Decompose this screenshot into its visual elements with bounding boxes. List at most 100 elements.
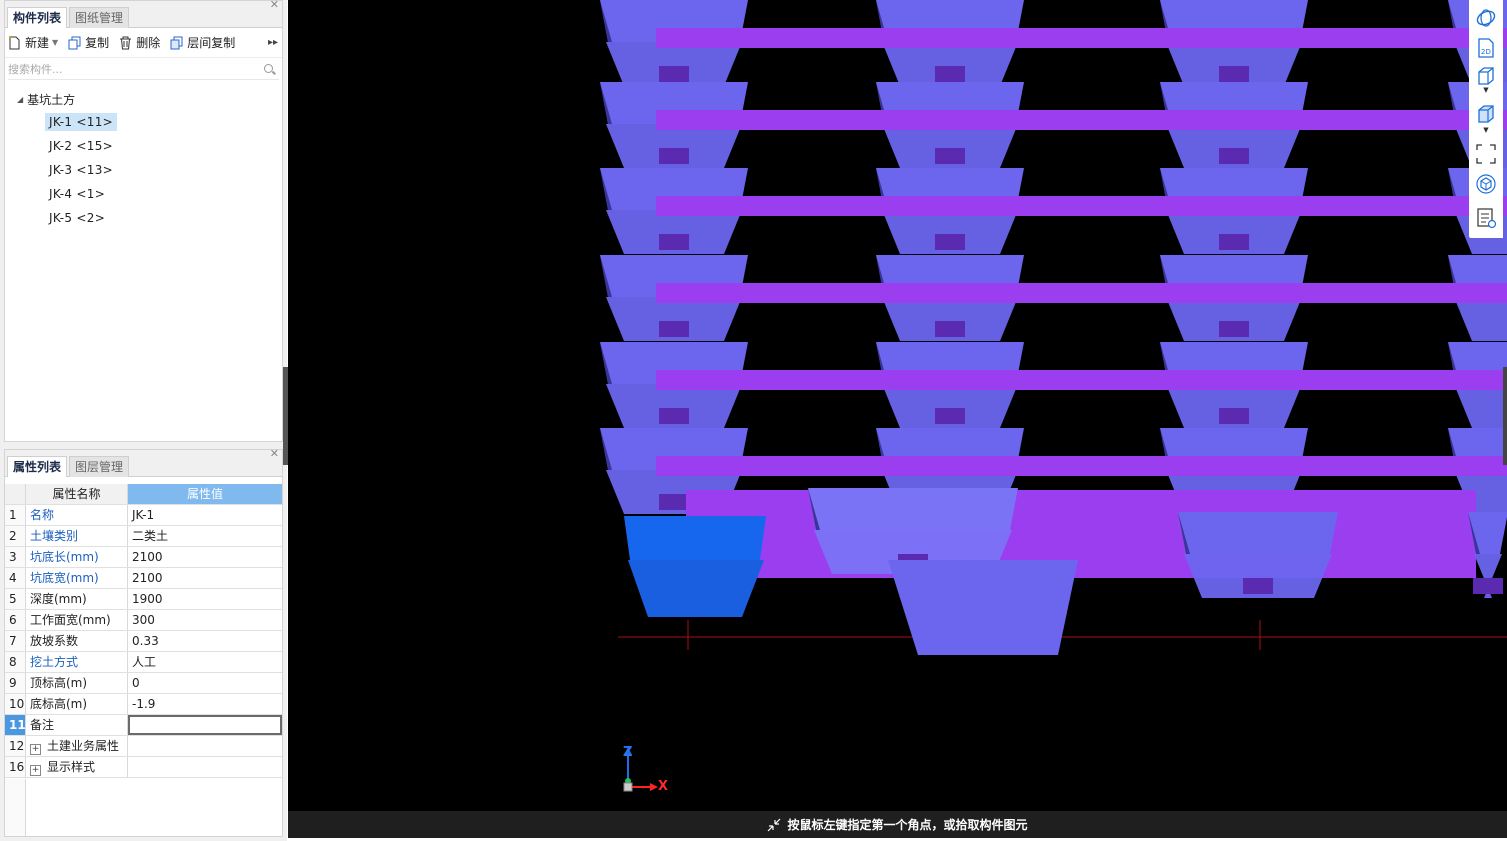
property-group-label: 土建业务属性 [47, 739, 120, 753]
component-panel-tabs: 构件列表 图纸管理 [5, 1, 282, 28]
property-value[interactable]: JK-1 [128, 505, 282, 525]
property-value[interactable]: 300 [128, 610, 282, 630]
property-value[interactable]: 1900 [128, 589, 282, 609]
tree-item[interactable]: JK-3 <13> [5, 158, 282, 182]
table-row[interactable]: 11 备注 [5, 715, 282, 736]
copy-button[interactable]: 复制 [68, 34, 109, 51]
pit-bottom [935, 408, 965, 424]
property-value[interactable]: 0 [128, 673, 282, 693]
3d-view-icon[interactable] [1474, 64, 1498, 88]
tree-item[interactable]: JK-1 <11> [5, 110, 282, 134]
search-input[interactable] [8, 63, 264, 76]
property-name: 底标高(m) [26, 694, 128, 714]
tree-group-foundation-pit[interactable]: ◢ 基坑土方 [5, 88, 282, 110]
layer-settings-icon[interactable] [1474, 206, 1498, 230]
table-row[interactable]: 3 坑底长(mm) 2100 [5, 547, 282, 568]
expand-plus-icon[interactable]: + [30, 765, 41, 776]
property-name: 顶标高(m) [26, 673, 128, 693]
tab-component-list[interactable]: 构件列表 [7, 7, 68, 28]
component-toolbar: 新建 ▼ 复制 删除 层间复制 [5, 28, 282, 58]
property-value[interactable] [128, 757, 282, 777]
pit-bottom [935, 321, 965, 337]
beam [656, 370, 1507, 390]
selected-pit-top [624, 516, 766, 560]
table-row[interactable]: 5 深度(mm) 1900 [5, 589, 282, 610]
chevron-down-icon[interactable]: ▼ [52, 38, 58, 47]
view-cube-icon[interactable] [1474, 172, 1498, 196]
tab-property-list[interactable]: 属性列表 [7, 456, 68, 477]
delete-button[interactable]: 删除 [119, 34, 160, 51]
pit-bottom [1219, 148, 1249, 164]
pit-top-face [1178, 512, 1338, 554]
beam [656, 456, 1507, 476]
beam [656, 283, 1507, 303]
new-button-label: 新建 [25, 36, 50, 50]
property-value[interactable] [128, 736, 282, 756]
table-row[interactable]: 8 挖土方式 人工 [5, 652, 282, 673]
property-value[interactable]: 2100 [128, 568, 282, 588]
property-value[interactable]: 人工 [128, 652, 282, 672]
floor-copy-button[interactable]: 层间复制 [170, 34, 235, 51]
properties-panel-tabs: 属性列表 图层管理 [5, 450, 282, 477]
table-row[interactable]: 16 + 显示样式 [5, 757, 282, 778]
property-value[interactable]: 0.33 [128, 631, 282, 651]
component-list-panel: ✕ 构件列表 图纸管理 新建 ▼ 复制 删除 层间复制 ▸▸ 搜索构件... ◢… [4, 0, 283, 442]
table-row[interactable]: 1 名称 JK-1 [5, 505, 282, 526]
z-axis-label: Z [623, 745, 633, 760]
chevron-down-icon[interactable]: ▼ [1474, 126, 1498, 138]
property-value[interactable]: -1.9 [128, 694, 282, 714]
table-row[interactable]: 10 底标高(m) -1.9 [5, 694, 282, 715]
table-row[interactable]: 7 放坡系数 0.33 [5, 631, 282, 652]
search-icon[interactable] [264, 63, 276, 76]
new-button[interactable]: 新建 ▼ [8, 34, 58, 51]
row-number: 5 [5, 589, 26, 609]
close-icon[interactable]: ✕ [270, 0, 279, 11]
pit-model-scene[interactable] [288, 0, 1507, 811]
3d-solid-view-icon[interactable] [1474, 102, 1498, 126]
2d-view-icon[interactable]: 2D [1474, 36, 1498, 60]
pit-bottom [1243, 578, 1273, 594]
tree-group-label: 基坑土方 [27, 92, 76, 107]
property-value[interactable]: 二类土 [128, 526, 282, 546]
tree-expand-icon[interactable]: ◢ [17, 95, 23, 104]
tree-item-label: JK-5 <2> [49, 211, 106, 225]
tree-item[interactable]: JK-4 <1> [5, 182, 282, 206]
property-name: 工作面宽(mm) [26, 610, 128, 630]
pit-bottom [659, 408, 689, 424]
app-window: ✕ 构件列表 图纸管理 新建 ▼ 复制 删除 层间复制 ▸▸ 搜索构件... ◢… [0, 0, 1507, 841]
property-value[interactable] [128, 715, 282, 735]
orbit-icon[interactable] [1474, 6, 1498, 30]
table-row[interactable]: 4 坑底宽(mm) 2100 [5, 568, 282, 589]
fit-view-icon[interactable] [1474, 142, 1498, 166]
row-number-gutter [5, 779, 26, 836]
table-row[interactable]: 2 土壤类别 二类土 [5, 526, 282, 547]
property-name: 坑底长(mm) [26, 547, 128, 567]
tree-item[interactable]: JK-2 <15> [5, 134, 282, 158]
component-tree: ◢ 基坑土方 JK-1 <11> JK-2 <15> JK-3 <13> JK-… [5, 82, 282, 230]
corner-select-icon [767, 818, 781, 832]
chevron-down-icon[interactable]: ▼ [1474, 86, 1498, 98]
x-axis-label: X [658, 779, 669, 794]
table-row[interactable]: 9 顶标高(m) 0 [5, 673, 282, 694]
tab-drawing-management[interactable]: 图纸管理 [69, 7, 130, 28]
property-name: 放坡系数 [26, 631, 128, 651]
right-panel-handle[interactable] [1503, 367, 1507, 465]
tab-layer-management[interactable]: 图层管理 [69, 456, 130, 477]
floor-copy-icon [170, 36, 183, 50]
close-icon[interactable]: ✕ [270, 447, 279, 460]
pit-bottom [1219, 408, 1249, 424]
property-value[interactable]: 2100 [128, 547, 282, 567]
3d-viewport[interactable]: Z X [288, 0, 1507, 811]
table-row[interactable]: 6 工作面宽(mm) 300 [5, 610, 282, 631]
row-number: 1 [5, 505, 26, 525]
beam [656, 28, 1507, 48]
double-chevron-right-icon[interactable]: ▸▸ [268, 37, 278, 48]
pit-bottom [659, 234, 689, 250]
table-row[interactable]: 12 + 土建业务属性 [5, 736, 282, 757]
beam [686, 490, 1476, 578]
new-file-icon [8, 34, 21, 50]
floor-copy-button-label: 层间复制 [187, 36, 236, 50]
property-name: 名称 [26, 505, 128, 525]
expand-plus-icon[interactable]: + [30, 744, 41, 755]
tree-item[interactable]: JK-5 <2> [5, 206, 282, 230]
